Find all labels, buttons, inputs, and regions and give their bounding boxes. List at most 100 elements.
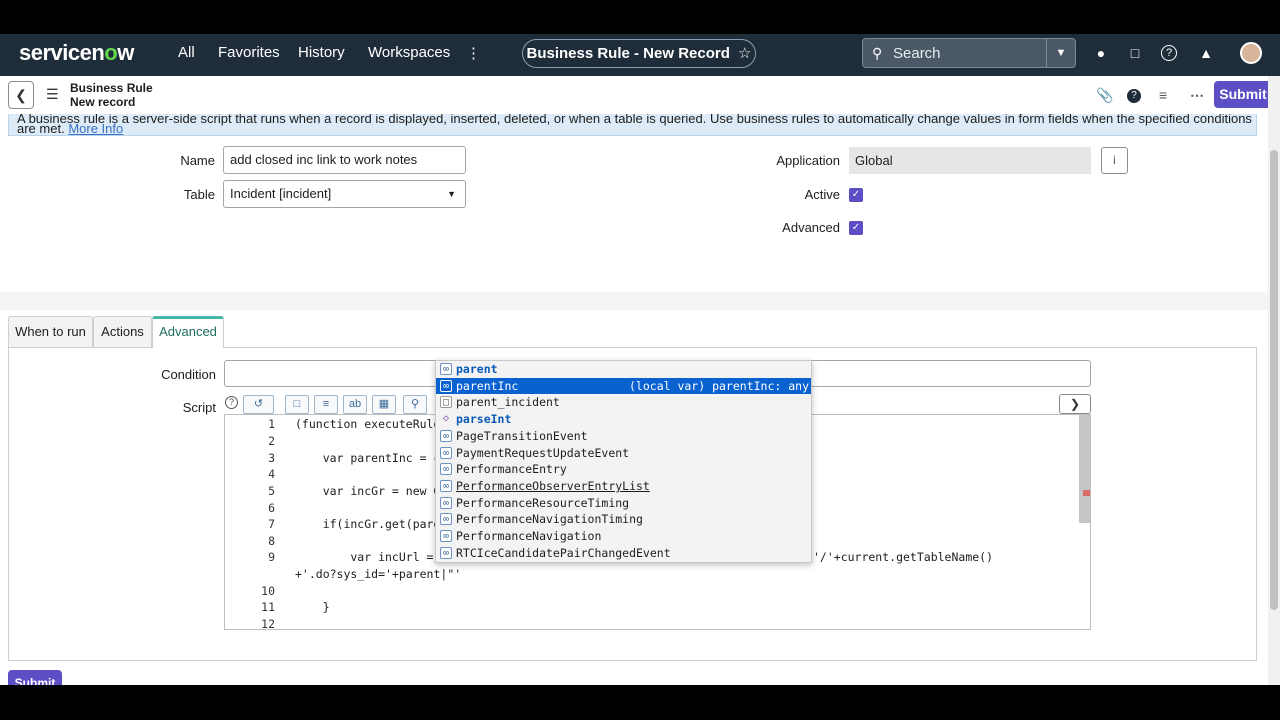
page-scrollbar[interactable]: [1268, 76, 1280, 685]
scrollbar-thumb[interactable]: [1270, 150, 1278, 610]
table-select[interactable]: Incident [incident] ▼: [223, 180, 466, 208]
autocomplete-item[interactable]: ∞ PerformanceEntry: [436, 461, 811, 478]
autocomplete-item-selected[interactable]: ∞ parentInc (local var) parentInc: any: [436, 377, 811, 395]
toggle-syntax-icon[interactable]: ↺: [243, 395, 274, 414]
chevron-down-icon[interactable]: ▼: [1046, 39, 1075, 67]
info-banner-text: A business rule is a server-side script …: [17, 114, 1252, 136]
context-title: Business Rule - New Record: [526, 45, 730, 62]
submit-button-bottom[interactable]: Submit: [8, 670, 62, 685]
nav-favorites[interactable]: Favorites: [218, 44, 280, 61]
line-number: 8: [268, 534, 275, 548]
variable-icon: ∞: [440, 546, 452, 559]
autocomplete-item[interactable]: ∞ PerformanceNavigationTiming: [436, 511, 811, 528]
cube-icon: ◇: [442, 413, 450, 425]
settings-sliders-icon[interactable]: ≡: [1159, 87, 1167, 103]
attachment-icon[interactable]: 📎: [1096, 87, 1113, 104]
tab-advanced[interactable]: Advanced: [152, 316, 224, 348]
nav-workspaces[interactable]: Workspaces: [368, 44, 450, 61]
autocomplete-item[interactable]: ◇ parseInt: [436, 411, 811, 428]
fullscreen-chevron-right-icon[interactable]: ❯: [1059, 394, 1091, 414]
info-banner: A business rule is a server-side script …: [8, 114, 1257, 136]
globe-icon[interactable]: ●: [1092, 44, 1110, 62]
application-field: Global: [849, 147, 1091, 174]
replace-all-icon[interactable]: ▦: [372, 395, 396, 414]
bell-icon[interactable]: ▲: [1197, 44, 1215, 62]
script-label: Script: [182, 400, 216, 415]
search-input[interactable]: Search: [893, 45, 941, 62]
autocomplete-item[interactable]: ∞ parent: [436, 361, 811, 378]
name-field[interactable]: add closed inc link to work notes: [223, 146, 466, 174]
line-number: 3: [268, 451, 275, 465]
autocomplete-item-hovered[interactable]: ∞ PerformanceObserverEntryList: [436, 478, 811, 495]
autocomplete-popup: ∞ parent ∞ parentInc (local var) parentInc:…: [435, 360, 812, 563]
help-icon[interactable]: ?: [1161, 45, 1177, 61]
info-icon[interactable]: i: [1101, 147, 1128, 174]
editor-scrollbar[interactable]: [1079, 415, 1090, 523]
nav-history[interactable]: History: [298, 44, 345, 61]
hamburger-icon[interactable]: ☰: [46, 86, 59, 103]
back-button[interactable]: ❮: [8, 81, 34, 109]
table-label: Table: [183, 187, 215, 202]
global-search[interactable]: ⚲ Search ▼: [862, 38, 1076, 68]
application-label: Application: [776, 153, 840, 168]
variable-icon: ∞: [440, 496, 452, 509]
search-icon[interactable]: ⚲: [403, 395, 427, 414]
advanced-checkbox[interactable]: ✓: [849, 221, 863, 235]
autocomplete-item[interactable]: ∞ PerformanceResourceTiming: [436, 495, 811, 512]
tab-actions[interactable]: Actions: [93, 316, 152, 348]
record-name: New record: [70, 95, 136, 109]
script-help-icon[interactable]: ?: [225, 396, 238, 409]
autocomplete-item[interactable]: ∞ RTCIceCandidatePairChangedEvent: [436, 545, 811, 562]
record-type: Business Rule: [70, 81, 153, 95]
help-icon[interactable]: ?: [1127, 89, 1141, 103]
autocomplete-item[interactable]: ∞ PageTransitionEvent: [436, 428, 811, 445]
submit-button[interactable]: Submit: [1214, 81, 1272, 108]
more-info-link[interactable]: More Info: [68, 121, 123, 135]
line-number: 4: [268, 467, 275, 481]
variable-icon: ∞: [440, 479, 452, 492]
condition-label: Condition: [161, 367, 216, 382]
line-number: 5: [268, 484, 275, 498]
variable-icon: ∞: [440, 446, 452, 459]
more-options-icon[interactable]: ⋯: [1190, 87, 1204, 104]
code-line: if(incGr.get(pare: [295, 517, 441, 531]
nav-all[interactable]: All: [178, 44, 195, 61]
line-number: 1: [268, 417, 275, 431]
form-header: ❮ ☰ Business Rule New record 📎 ? ≡ ⋯ Sub…: [0, 76, 1272, 114]
line-number: 10: [261, 584, 275, 598]
code-line: }: [295, 600, 330, 614]
line-number: 12: [261, 617, 275, 630]
variable-icon: ∞: [440, 363, 452, 375]
format-code-icon[interactable]: ≡: [314, 395, 338, 414]
variable-icon: ∞: [440, 513, 452, 526]
active-checkbox[interactable]: ✓: [849, 188, 863, 202]
error-marker: [1083, 490, 1090, 496]
app-window: servicenow All Favorites History Workspa…: [0, 34, 1280, 685]
favorite-star-icon[interactable]: ☆: [738, 45, 751, 62]
line-number: 7: [268, 517, 275, 531]
autocomplete-item[interactable]: ∞ PaymentRequestUpdateEvent: [436, 445, 811, 462]
code-line-wrapped: +'.do?sys_id='+parent|"': [295, 567, 462, 581]
comment-icon[interactable]: □: [285, 395, 309, 414]
top-nav: servicenow All Favorites History Workspa…: [0, 34, 1280, 76]
advanced-label: Advanced: [782, 220, 840, 235]
variable-icon: ∞: [440, 379, 452, 392]
code-line: var incUrl =: [295, 550, 434, 564]
servicenow-logo[interactable]: servicenow: [19, 40, 134, 66]
autocomplete-detail: (local var) parentInc: any: [629, 378, 810, 393]
variable-icon: ∞: [440, 530, 452, 542]
vertical-dots-icon[interactable]: ⋮: [466, 44, 481, 62]
chat-icon[interactable]: □: [1126, 44, 1144, 62]
search-icon: ⚲: [872, 45, 883, 61]
line-number: 6: [268, 501, 275, 515]
context-title-pill[interactable]: Business Rule - New Record ☆: [522, 39, 756, 68]
tab-when-to-run[interactable]: When to run: [8, 316, 93, 348]
line-number: 2: [268, 434, 275, 448]
autocomplete-item[interactable]: □ parent_incident: [436, 394, 811, 411]
code-line-tail: '/'+current.getTableName(): [813, 550, 994, 564]
replace-icon[interactable]: ab: [343, 395, 367, 414]
autocomplete-item[interactable]: ∞ PerformanceNavigation: [436, 528, 811, 545]
code-minimap[interactable]: [1003, 415, 1079, 629]
active-label: Active: [804, 187, 840, 202]
avatar[interactable]: [1240, 42, 1262, 64]
